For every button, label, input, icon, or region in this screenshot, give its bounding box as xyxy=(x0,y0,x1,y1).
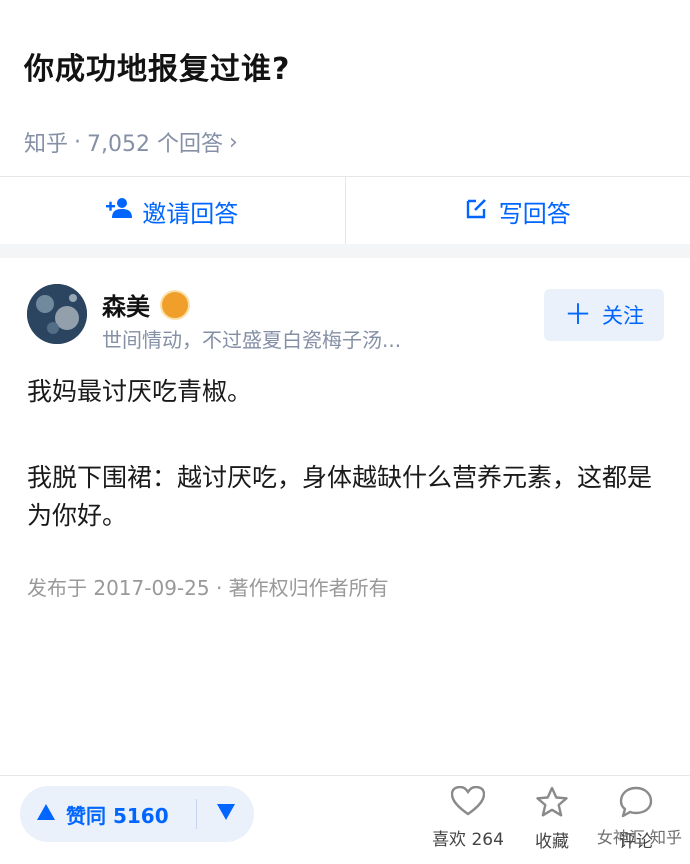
author-bio: 世间情动，不过盛夏白瓷梅子汤... xyxy=(102,324,432,353)
source-label: 知乎 xyxy=(24,126,68,158)
chevron-right-icon: › xyxy=(229,130,238,155)
downvote-triangle-icon xyxy=(216,803,236,825)
collect-label: 收藏 xyxy=(535,827,569,852)
section-gap xyxy=(0,244,690,258)
like-button[interactable]: 喜欢 264 xyxy=(428,786,508,850)
upvote-button[interactable]: 赞同 5160 xyxy=(20,786,186,842)
paragraph-spacer xyxy=(27,411,667,459)
edit-icon xyxy=(465,196,489,226)
answers-count: 7,052 个回答 xyxy=(87,126,223,158)
upvote-label: 赞同 5160 xyxy=(66,800,169,829)
heart-icon xyxy=(451,786,485,821)
avatar[interactable] xyxy=(27,284,87,344)
star-icon xyxy=(535,786,569,823)
invite-answer-button[interactable]: 邀请回答 xyxy=(0,177,345,245)
question-action-bar: 邀请回答 写回答 xyxy=(0,176,690,245)
write-answer-button[interactable]: 写回答 xyxy=(346,177,690,245)
comment-bubble-icon xyxy=(619,786,653,823)
author-row: 森美 xyxy=(102,287,190,322)
watermark: 女神汇 知乎 xyxy=(597,824,682,848)
invite-person-icon xyxy=(106,197,132,225)
upvote-triangle-icon xyxy=(36,802,56,826)
write-answer-label: 写回答 xyxy=(499,194,571,229)
vote-pill: 赞同 5160 xyxy=(20,786,254,842)
meta-separator: · xyxy=(74,130,81,155)
answer-paragraph: 我脱下围裙：越讨厌吃，身体越缺什么营养元素，这都是为你好。 xyxy=(27,459,667,535)
answer-paragraph: 我妈最讨厌吃青椒。 xyxy=(27,373,667,411)
like-label: 喜欢 264 xyxy=(432,825,504,850)
verified-badge-icon xyxy=(160,290,190,320)
answer-content: 我妈最讨厌吃青椒。 我脱下围裙：越讨厌吃，身体越缺什么营养元素，这都是为你好。 xyxy=(27,373,667,535)
invite-answer-label: 邀请回答 xyxy=(142,194,238,229)
author-name[interactable]: 森美 xyxy=(102,287,150,322)
publish-info: 发布于 2017-09-25 · 著作权归作者所有 xyxy=(27,572,389,601)
plus-icon: ＋ xyxy=(564,301,592,329)
downvote-button[interactable] xyxy=(197,803,254,825)
follow-label: 关注 xyxy=(602,300,644,330)
question-meta[interactable]: 知乎 · 7,052 个回答 › xyxy=(24,126,238,158)
collect-button[interactable]: 收藏 xyxy=(512,786,592,852)
question-title[interactable]: 你成功地报复过谁? xyxy=(24,44,290,88)
follow-button[interactable]: ＋ 关注 xyxy=(544,289,664,341)
